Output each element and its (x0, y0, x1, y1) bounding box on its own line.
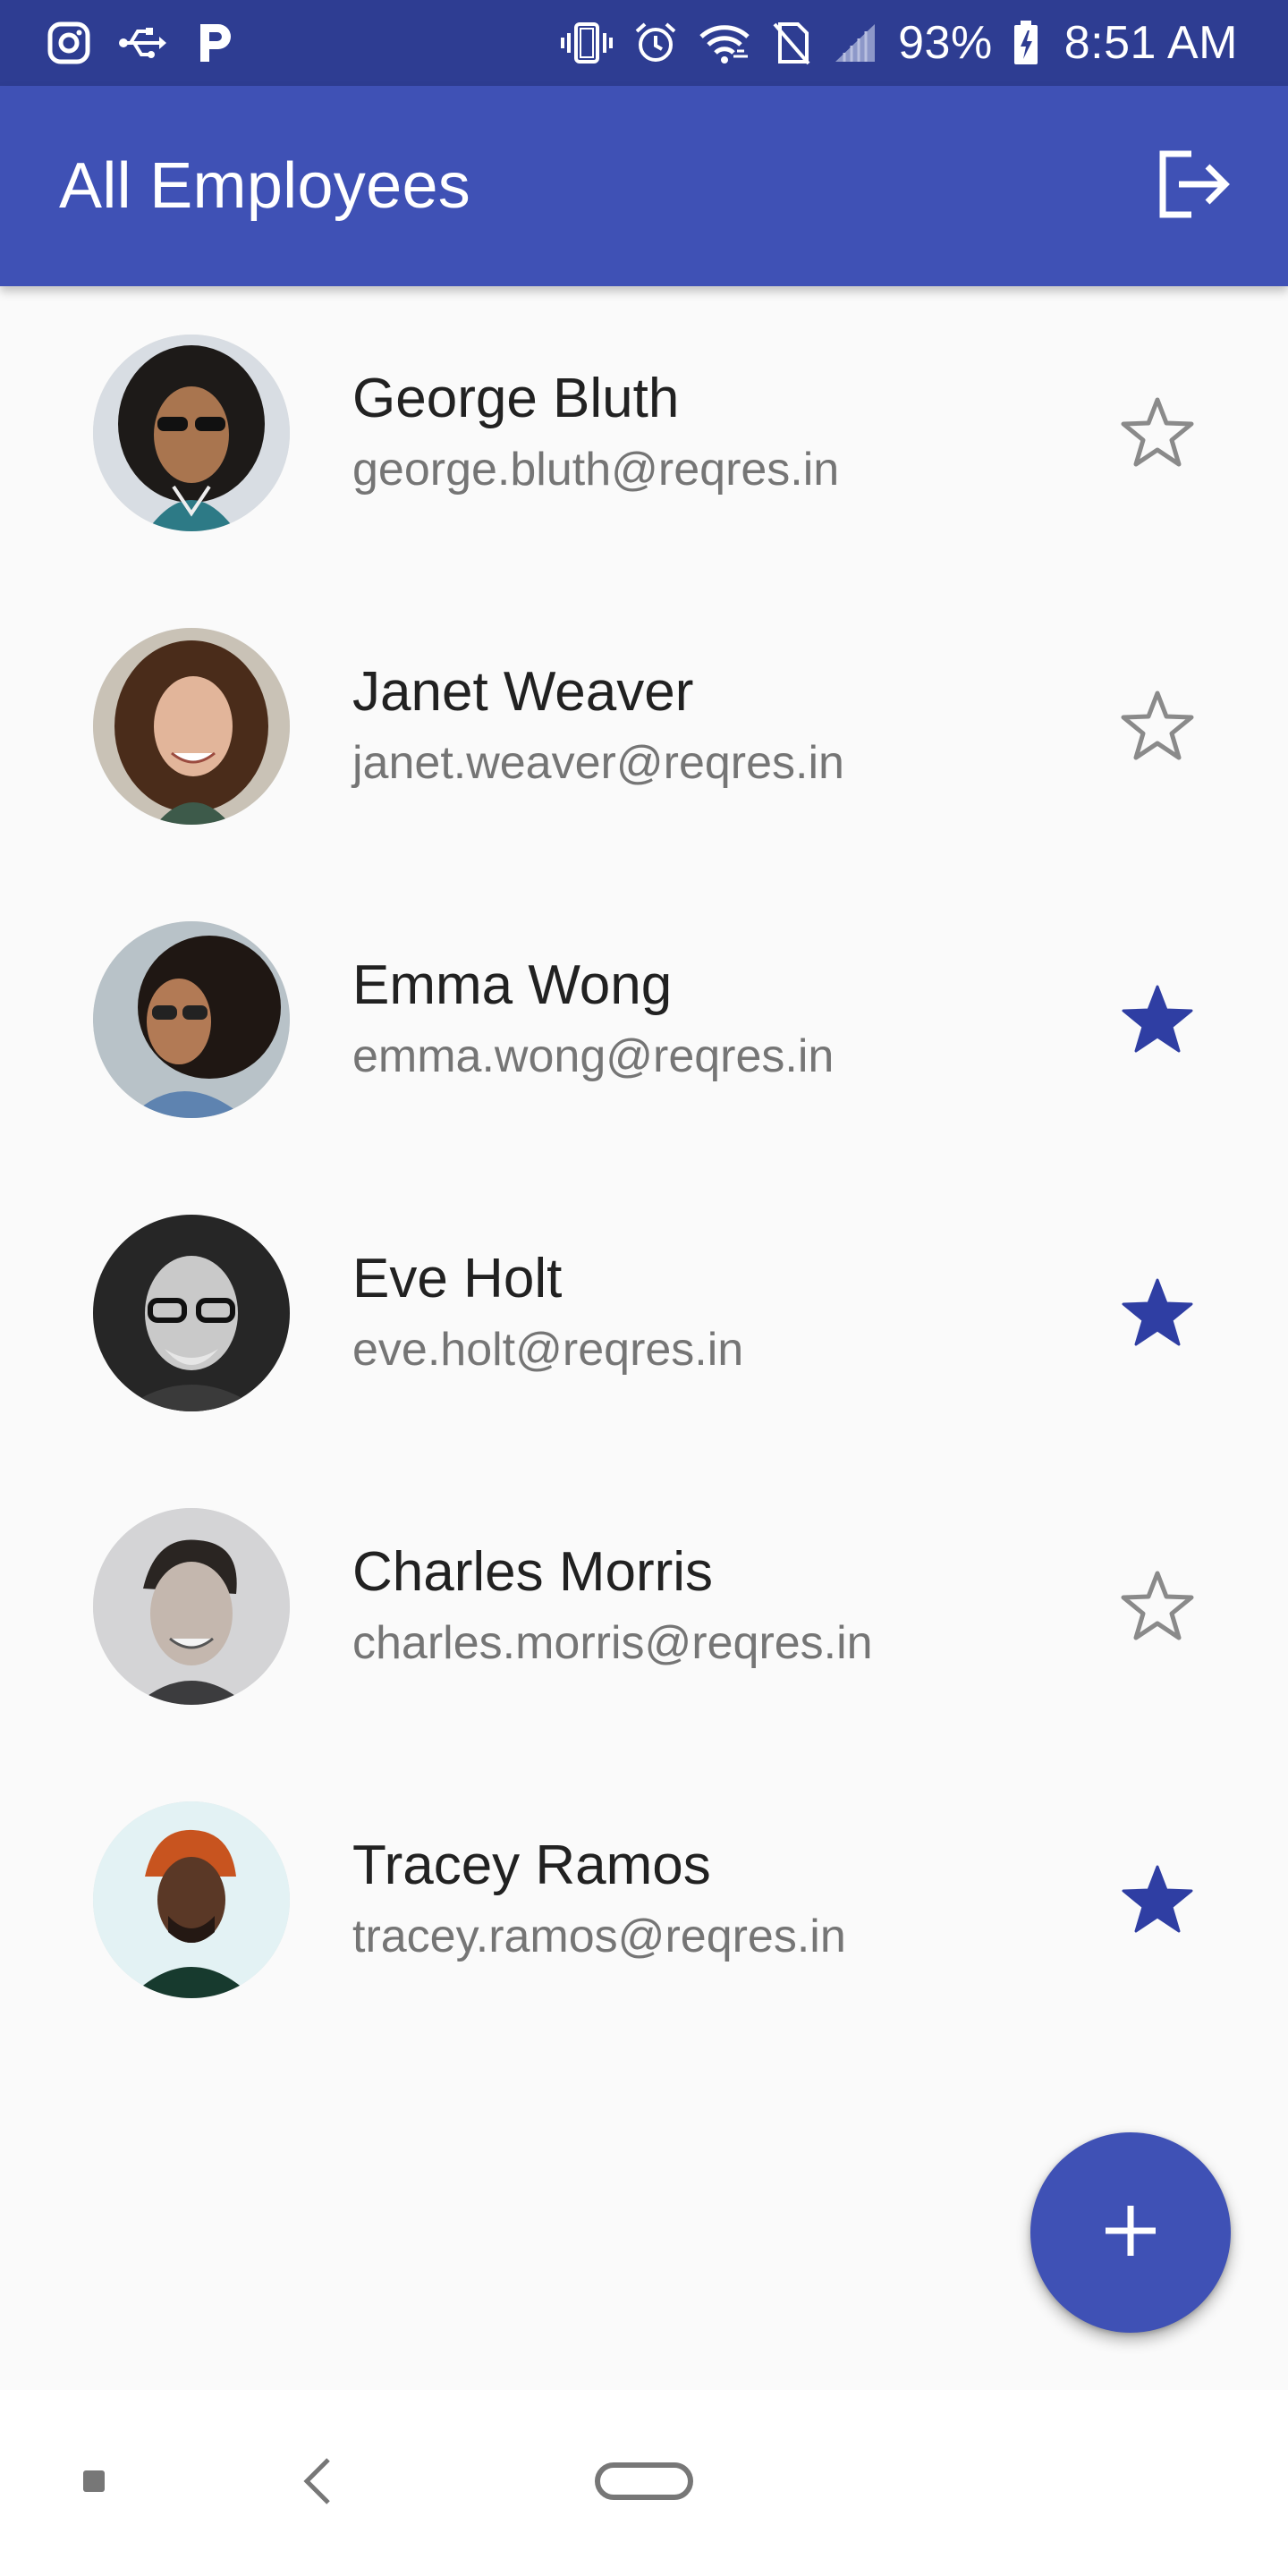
status-left-icons (47, 21, 233, 65)
star-outline-icon (1120, 689, 1195, 765)
status-right-icons: 93% 8:51 AM (560, 16, 1238, 70)
employee-info: Charles Morris charles.morris@reqres.in (352, 1538, 873, 1674)
favorite-toggle[interactable] (1113, 388, 1202, 478)
home-icon (594, 2462, 694, 2505)
list-item[interactable]: Tracey Ramos tracey.ramos@reqres.in (0, 1753, 1288, 2046)
list-item[interactable]: Emma Wong emma.wong@reqres.in (0, 873, 1288, 1166)
employee-info: Tracey Ramos tracey.ramos@reqres.in (352, 1832, 846, 1968)
list-item[interactable]: George Bluth george.bluth@reqres.in (0, 286, 1288, 580)
employee-name: Tracey Ramos (352, 1835, 711, 1896)
favorite-toggle[interactable] (1113, 682, 1202, 771)
employee-name: Eve Holt (352, 1248, 563, 1309)
avatar (93, 921, 290, 1118)
alarm-icon (633, 21, 678, 65)
usb-icon (118, 23, 168, 63)
employee-name: George Bluth (352, 368, 680, 429)
employee-email: emma.wong@reqres.in (352, 1030, 835, 1082)
employee-name: Emma Wong (352, 954, 673, 1016)
pocket-p-icon (195, 21, 233, 65)
avatar (93, 1801, 290, 1998)
employee-name: Charles Morris (352, 1541, 714, 1603)
employee-info: Eve Holt eve.holt@reqres.in (352, 1245, 743, 1381)
employee-email: janet.weaver@reqres.in (352, 737, 844, 789)
employee-info: George Bluth george.bluth@reqres.in (352, 365, 839, 501)
employee-info: Janet Weaver janet.weaver@reqres.in (352, 658, 844, 794)
list-item[interactable]: Janet Weaver janet.weaver@reqres.in (0, 580, 1288, 873)
instagram-icon (47, 21, 91, 65)
employee-info: Emma Wong emma.wong@reqres.in (352, 952, 834, 1088)
logout-button[interactable] (1150, 143, 1236, 229)
wifi-icon (698, 21, 751, 65)
favorite-toggle[interactable] (1113, 1268, 1202, 1358)
battery-percent: 93% (898, 17, 993, 69)
vibrate-icon (560, 21, 614, 65)
favorite-toggle[interactable] (1113, 1562, 1202, 1651)
star-outline-icon (1120, 395, 1195, 471)
recents-button[interactable] (54, 2390, 134, 2576)
clock: 8:51 AM (1063, 17, 1238, 69)
favorite-toggle[interactable] (1113, 1855, 1202, 1945)
status-bar: 93% 8:51 AM (0, 0, 1288, 86)
employee-email: tracey.ramos@reqres.in (352, 1911, 846, 1962)
signal-icon (832, 21, 878, 65)
list-item[interactable]: Charles Morris charles.morris@reqres.in (0, 1460, 1288, 1753)
avatar (93, 1508, 290, 1705)
star-filled-icon (1120, 982, 1195, 1058)
favorite-toggle[interactable] (1113, 975, 1202, 1064)
star-filled-icon (1120, 1862, 1195, 1938)
back-button[interactable] (277, 2390, 358, 2576)
avatar (93, 1215, 290, 1411)
avatar (93, 628, 290, 825)
page-title: All Employees (59, 150, 471, 222)
app-bar: All Employees (0, 86, 1288, 286)
home-button[interactable] (581, 2390, 707, 2576)
employee-email: charles.morris@reqres.in (352, 1617, 873, 1669)
list-item[interactable]: Eve Holt eve.holt@reqres.in (0, 1166, 1288, 1460)
avatar (93, 335, 290, 531)
employee-name: Janet Weaver (352, 661, 694, 723)
star-filled-icon (1120, 1275, 1195, 1352)
system-nav-bar (0, 2390, 1288, 2576)
add-icon (1102, 2202, 1159, 2264)
back-icon (300, 2456, 335, 2511)
star-outline-icon (1120, 1569, 1195, 1645)
employee-email: eve.holt@reqres.in (352, 1324, 744, 1376)
battery-charging-icon (1013, 20, 1039, 66)
employee-email: george.bluth@reqres.in (352, 444, 840, 496)
recents-icon (80, 2468, 107, 2499)
logout-icon (1156, 148, 1231, 225)
no-sim-icon (771, 21, 812, 65)
employee-list: George Bluth george.bluth@reqres.in Jane… (0, 286, 1288, 2046)
add-employee-button[interactable] (1030, 2132, 1231, 2333)
